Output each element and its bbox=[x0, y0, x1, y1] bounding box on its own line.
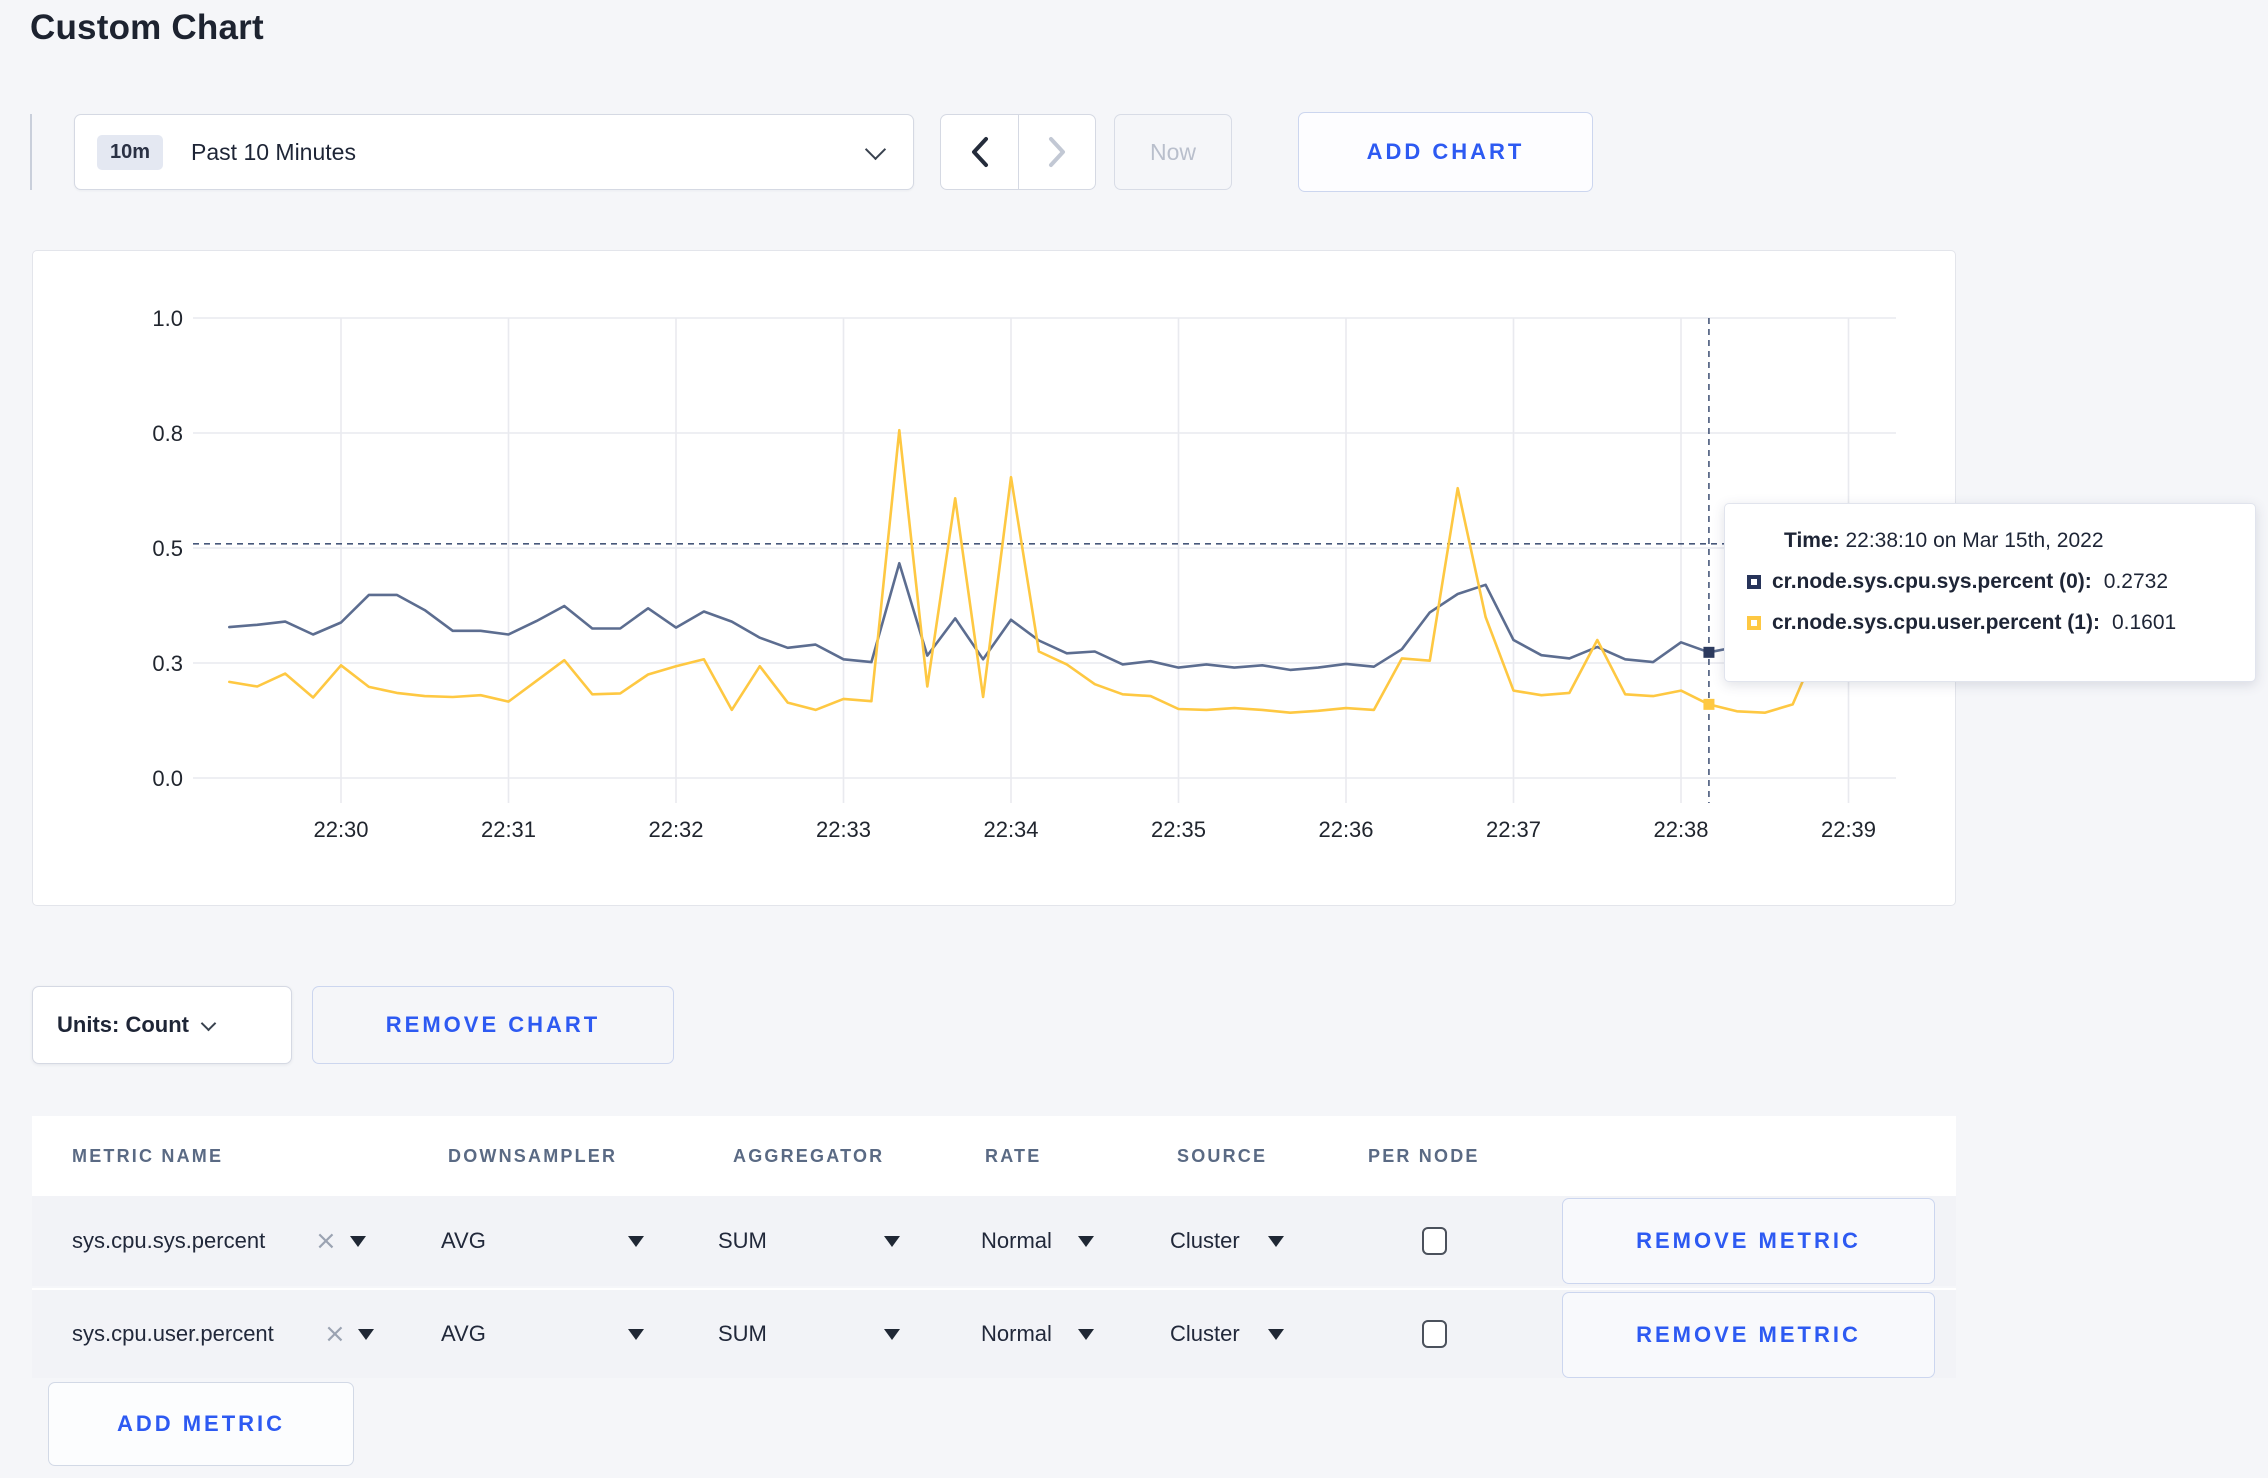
aggregator-dropdown[interactable] bbox=[884, 1196, 900, 1286]
units-label: Units: Count bbox=[57, 1012, 189, 1037]
remove-chart-button[interactable]: REMOVE CHART bbox=[312, 986, 674, 1064]
metric-name-value[interactable]: sys.cpu.user.percent bbox=[72, 1290, 274, 1378]
caret-down-icon bbox=[884, 1235, 900, 1247]
tooltip-series-row: cr.node.sys.cpu.user.percent (1): 0.1601 bbox=[1747, 611, 2255, 635]
chevron-right-icon bbox=[1049, 137, 1065, 167]
svg-text:22:38: 22:38 bbox=[1653, 817, 1708, 842]
chevron-down-icon bbox=[200, 1015, 217, 1031]
column-header-downsampler: DOWNSAMPLER bbox=[448, 1145, 618, 1166]
add-chart-button[interactable]: ADD CHART bbox=[1298, 112, 1593, 192]
source-select[interactable]: Cluster bbox=[1170, 1290, 1240, 1378]
series-swatch-icon bbox=[1747, 575, 1761, 589]
tooltip-series-value: 0.1601 bbox=[2111, 611, 2177, 634]
downsampler-dropdown[interactable] bbox=[628, 1196, 644, 1286]
chart-card: 0.0 0.3 0.5 0.8 1.0 22:30 22:31 22:32 22:33 22:34… bbox=[32, 250, 1956, 906]
column-header-rate: RATE bbox=[985, 1145, 1042, 1166]
svg-text:0.5: 0.5 bbox=[152, 536, 183, 561]
aggregator-dropdown[interactable] bbox=[884, 1290, 900, 1378]
caret-down-icon bbox=[628, 1328, 644, 1340]
svg-text:0.8: 0.8 bbox=[152, 421, 183, 446]
svg-text:0.3: 0.3 bbox=[152, 651, 183, 676]
column-header-per-node: PER NODE bbox=[1368, 1145, 1480, 1166]
source-select[interactable]: Cluster bbox=[1170, 1196, 1240, 1286]
units-select[interactable]: Units: Count bbox=[32, 986, 292, 1064]
svg-text:22:30: 22:30 bbox=[313, 817, 368, 842]
metric-table-row: sys.cpu.sys.percent × AVG SUM Normal Clu… bbox=[32, 1196, 1956, 1286]
svg-text:22:32: 22:32 bbox=[648, 817, 703, 842]
tooltip-time-row: Time: 22:38:10 on Mar 15th, 2022 bbox=[1784, 529, 2255, 553]
tooltip-series-name: cr.node.sys.cpu.sys.percent (0): bbox=[1772, 570, 2092, 593]
time-range-badge: 10m bbox=[97, 134, 164, 170]
rate-select[interactable]: Normal bbox=[981, 1196, 1052, 1286]
metric-name-dropdown[interactable] bbox=[350, 1196, 366, 1286]
remove-metric-button[interactable]: REMOVE METRIC bbox=[1562, 1198, 1935, 1284]
aggregator-select[interactable]: SUM bbox=[718, 1290, 767, 1378]
tooltip-series-value: 0.2732 bbox=[2103, 570, 2169, 593]
downsampler-dropdown[interactable] bbox=[628, 1290, 644, 1378]
column-header-source: SOURCE bbox=[1177, 1145, 1268, 1166]
tooltip-series-name: cr.node.sys.cpu.user.percent (1): bbox=[1772, 611, 2100, 634]
checkbox-icon bbox=[1422, 1227, 1447, 1255]
aggregator-select[interactable]: SUM bbox=[718, 1196, 767, 1286]
metric-name-value[interactable]: sys.cpu.sys.percent bbox=[72, 1196, 265, 1286]
svg-text:22:35: 22:35 bbox=[1151, 817, 1206, 842]
rate-dropdown[interactable] bbox=[1078, 1196, 1094, 1286]
svg-text:22:39: 22:39 bbox=[1821, 817, 1876, 842]
time-range-select[interactable]: 10m Past 10 Minutes bbox=[74, 114, 914, 190]
add-metric-button[interactable]: ADD METRIC bbox=[48, 1382, 354, 1466]
timeseries-chart[interactable]: 0.0 0.3 0.5 0.8 1.0 22:30 22:31 22:32 22:33 22:34… bbox=[33, 251, 1954, 904]
source-dropdown[interactable] bbox=[1268, 1290, 1284, 1378]
caret-down-icon bbox=[1078, 1235, 1094, 1247]
time-back-button[interactable] bbox=[941, 115, 1018, 189]
downsampler-select[interactable]: AVG bbox=[441, 1290, 486, 1378]
caret-down-icon bbox=[358, 1328, 374, 1340]
caret-down-icon bbox=[1078, 1328, 1094, 1340]
rate-select[interactable]: Normal bbox=[981, 1290, 1052, 1378]
downsampler-select[interactable]: AVG bbox=[441, 1196, 486, 1286]
caret-down-icon bbox=[1268, 1328, 1284, 1340]
caret-down-icon bbox=[350, 1235, 366, 1247]
per-node-checkbox[interactable] bbox=[1422, 1290, 1447, 1378]
column-header-metric-name: METRIC NAME bbox=[72, 1145, 224, 1166]
time-range-label: Past 10 Minutes bbox=[191, 138, 356, 165]
svg-text:22:36: 22:36 bbox=[1318, 817, 1373, 842]
chevron-down-icon bbox=[864, 138, 887, 160]
tooltip-series-row: cr.node.sys.cpu.sys.percent (0): 0.2732 bbox=[1747, 570, 2255, 594]
now-button[interactable]: Now bbox=[1114, 114, 1232, 190]
remove-metric-button[interactable]: REMOVE METRIC bbox=[1562, 1292, 1935, 1378]
chevron-left-icon bbox=[971, 137, 988, 167]
toolbar-divider bbox=[30, 114, 32, 190]
metrics-table-header: METRIC NAME DOWNSAMPLER AGGREGATOR RATE … bbox=[32, 1116, 1956, 1196]
custom-chart-page: Custom Chart 10m Past 10 Minutes Now ADD… bbox=[0, 0, 2268, 1478]
checkbox-icon bbox=[1422, 1320, 1447, 1348]
caret-down-icon bbox=[884, 1328, 900, 1340]
svg-text:0.0: 0.0 bbox=[152, 766, 183, 791]
per-node-checkbox[interactable] bbox=[1422, 1196, 1447, 1286]
page-title: Custom Chart bbox=[30, 8, 264, 47]
time-forward-button[interactable] bbox=[1018, 115, 1095, 189]
svg-text:22:33: 22:33 bbox=[816, 817, 871, 842]
svg-text:1.0: 1.0 bbox=[152, 306, 183, 331]
close-icon[interactable]: × bbox=[315, 1196, 337, 1286]
tooltip-time-label: Time: bbox=[1784, 529, 1840, 552]
series-swatch-icon bbox=[1747, 616, 1761, 630]
svg-text:22:31: 22:31 bbox=[481, 817, 536, 842]
rate-dropdown[interactable] bbox=[1078, 1290, 1094, 1378]
column-header-aggregator: AGGREGATOR bbox=[733, 1145, 885, 1166]
metric-table-row: sys.cpu.user.percent × AVG SUM Normal Cl… bbox=[32, 1288, 1956, 1378]
time-nav-group bbox=[940, 114, 1096, 190]
chart-hover-tooltip: Time: 22:38:10 on Mar 15th, 2022 cr.node… bbox=[1724, 503, 2256, 682]
caret-down-icon bbox=[628, 1235, 644, 1247]
close-icon[interactable]: × bbox=[324, 1290, 346, 1378]
svg-text:22:37: 22:37 bbox=[1486, 817, 1541, 842]
svg-text:22:34: 22:34 bbox=[983, 817, 1038, 842]
source-dropdown[interactable] bbox=[1268, 1196, 1284, 1286]
metric-name-dropdown[interactable] bbox=[358, 1290, 374, 1378]
caret-down-icon bbox=[1268, 1235, 1284, 1247]
tooltip-time-value: 22:38:10 on Mar 15th, 2022 bbox=[1845, 529, 2104, 552]
